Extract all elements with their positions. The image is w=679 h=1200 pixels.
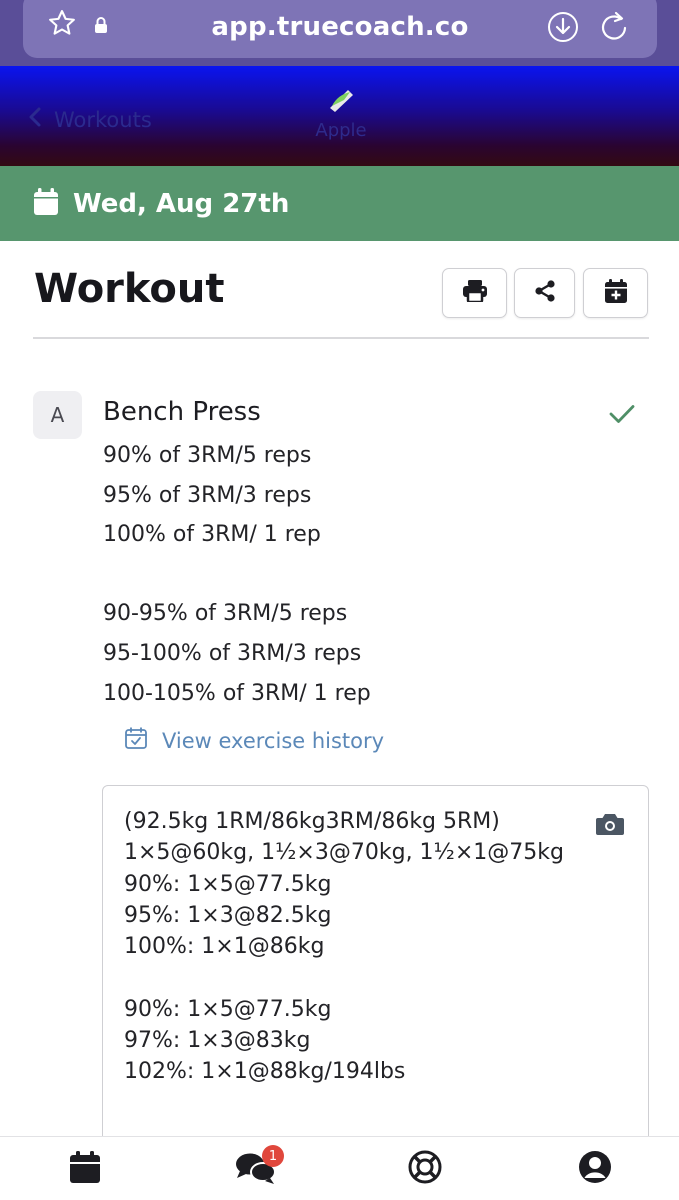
app-header: Workouts Apple (0, 66, 679, 166)
exercise-line: 95% of 3RM/3 reps (103, 482, 312, 508)
notes-line: (92.5kg 1RM/86kg3RM/86kg 5RM) (124, 809, 500, 834)
notes-line: 90%: 1×5@77.5kg (124, 996, 332, 1022)
workout-date: Wed, Aug 27th (73, 188, 290, 219)
notes-line: 102%: 1×1@88kg/194lbs (124, 1059, 406, 1085)
calendar-check-icon (124, 726, 148, 755)
notes-line: 95%: 1×3@82.5kg (124, 902, 332, 928)
date-bar[interactable]: Wed, Aug 27th (0, 166, 679, 241)
exercise-line: 100-105% of 3RM/ 1 rep (103, 680, 371, 706)
view-exercise-history-link[interactable]: View exercise history (124, 726, 384, 755)
reload-icon[interactable] (599, 9, 631, 47)
divider (33, 337, 649, 339)
app-logo: Apple (306, 86, 376, 146)
download-icon[interactable] (547, 11, 579, 47)
calendar-icon (33, 187, 59, 220)
view-exercise-history-label: View exercise history (162, 728, 385, 753)
nav-calendar[interactable] (55, 1137, 115, 1200)
notes-line: 100%: 1×1@86kg (124, 934, 325, 960)
page: app.truecoach.co Workouts Apple Wed, Aug… (0, 0, 679, 1200)
camera-icon[interactable] (595, 812, 625, 840)
nav-messages[interactable]: 1 (226, 1137, 286, 1200)
exercise-line: 100% of 3RM/ 1 rep (103, 522, 321, 548)
logo-icon (330, 90, 353, 112)
exercise-description: 90% of 3RM/5 reps 95% of 3RM/3 reps 100%… (103, 436, 371, 713)
schedule-button[interactable] (583, 268, 648, 318)
notes-line: 1×5@60kg, 1½×3@70kg, 1½×1@75kg (124, 840, 564, 866)
back-to-workouts-link[interactable]: Workouts (28, 106, 152, 133)
print-button[interactable] (442, 268, 507, 318)
calendar-plus-icon (604, 279, 627, 307)
address-bar[interactable]: app.truecoach.co (23, 0, 657, 58)
user-circle-icon (578, 1150, 612, 1188)
bottom-nav: 1 (0, 1136, 679, 1200)
lifebuoy-icon (408, 1150, 442, 1188)
completed-check-icon (609, 404, 635, 428)
calendar-icon (70, 1151, 100, 1187)
unread-badge: 1 (262, 1145, 284, 1167)
notes-line: 90%: 1×5@77.5kg (124, 871, 332, 897)
page-title: Workout (34, 266, 225, 312)
back-label: Workouts (54, 107, 152, 132)
logo-text: Apple (315, 120, 367, 141)
exercise-line: 90% of 3RM/5 reps (103, 443, 312, 468)
exercise-line (103, 555, 371, 595)
share-icon (534, 280, 556, 306)
exercise-name[interactable]: Bench Press (103, 397, 261, 427)
exercise-letter-badge: A (33, 391, 82, 439)
share-button[interactable] (514, 268, 575, 318)
exercise-line: 95-100% of 3RM/3 reps (103, 640, 362, 666)
notes-line (124, 962, 564, 993)
exercise-line: 90-95% of 3RM/5 reps (103, 601, 348, 627)
nav-profile[interactable] (565, 1137, 625, 1200)
print-icon (462, 280, 487, 306)
notes-line: 97%: 1×3@83kg (124, 1028, 311, 1054)
nav-help[interactable] (395, 1137, 455, 1200)
notes-text: (92.5kg 1RM/86kg3RM/86kg 5RM) 1×5@60kg, … (124, 806, 564, 1088)
chevron-left-icon (28, 106, 42, 133)
browser-bar: app.truecoach.co (0, 0, 679, 66)
